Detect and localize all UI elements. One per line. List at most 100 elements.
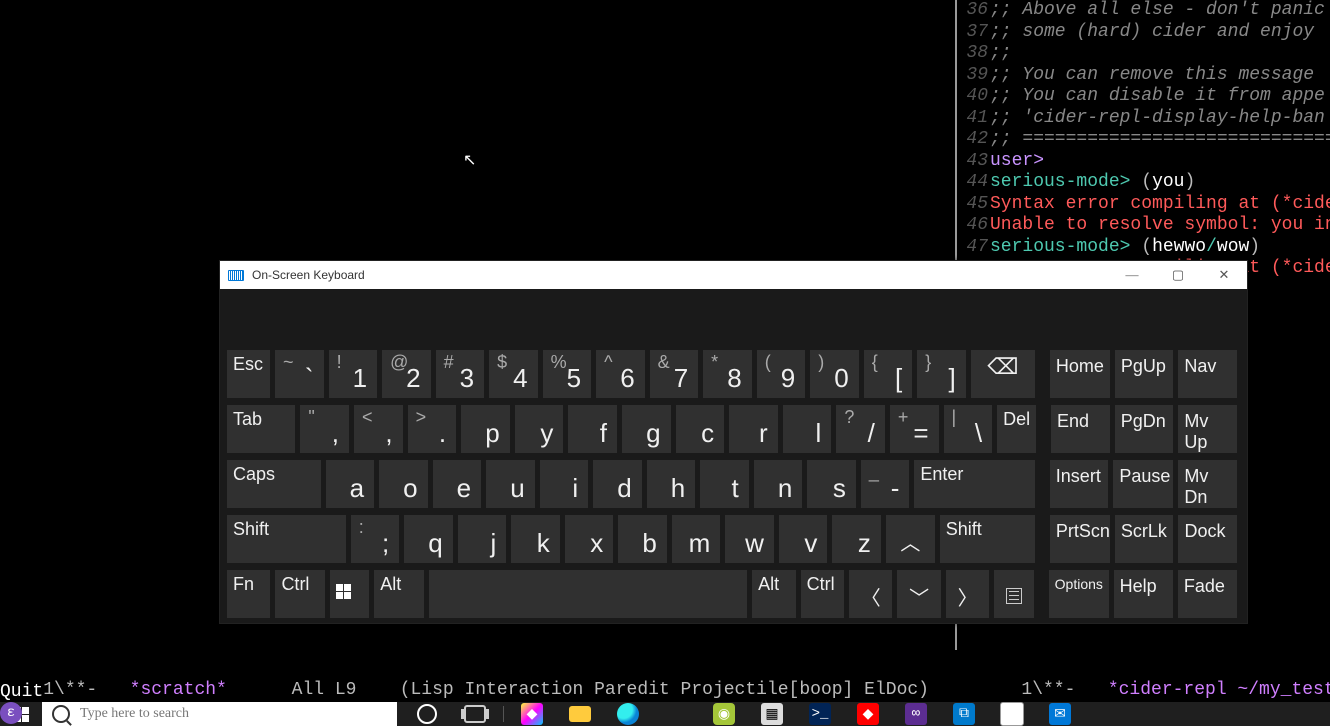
key-j[interactable]: j	[457, 514, 508, 564]
key-windows[interactable]	[329, 569, 371, 619]
key-e[interactable]: e	[432, 459, 483, 509]
osk-titlebar[interactable]: On-Screen Keyboard — ▢ ✕	[220, 261, 1247, 289]
key-1[interactable]: 1!	[328, 349, 379, 399]
key-h[interactable]: h	[646, 459, 697, 509]
taskbar-search-box[interactable]: Type here to search	[42, 702, 397, 726]
key-p[interactable]: p	[460, 404, 511, 454]
key-ctrl[interactable]: Ctrl	[274, 569, 325, 619]
key-k[interactable]: k	[510, 514, 561, 564]
key-up-arrow[interactable]: ︿	[885, 514, 936, 564]
key-v[interactable]: v	[778, 514, 829, 564]
taskbar-edge-button[interactable]	[604, 702, 652, 726]
key-down-arrow[interactable]: ﹀	[896, 569, 941, 619]
key-right-arrow[interactable]: 〉	[945, 569, 990, 619]
taskbar-calculator-button[interactable]: ▦	[748, 702, 796, 726]
key-s[interactable]: s	[806, 459, 857, 509]
taskbar-visual-studio-button[interactable]: ∞	[892, 702, 940, 726]
key-char[interactable]: -_	[860, 459, 911, 509]
key-home[interactable]: Home	[1049, 349, 1111, 399]
key-pgdn[interactable]: PgDn	[1114, 404, 1175, 454]
key-nav[interactable]: Nav	[1177, 349, 1238, 399]
minimize-button[interactable]: —	[1109, 261, 1155, 289]
key-fn[interactable]: Fn	[226, 569, 271, 619]
key-q[interactable]: q	[403, 514, 454, 564]
taskbar-notepad-button[interactable]	[988, 702, 1036, 726]
close-button[interactable]: ✕	[1201, 261, 1247, 289]
key-options[interactable]: Options	[1048, 569, 1110, 619]
cider-repl-pane[interactable]: 36;; Above all else - don't panic37;; so…	[960, 0, 1330, 280]
key-5[interactable]: 5%	[542, 349, 593, 399]
key-backspace[interactable]: ⌫	[970, 349, 1036, 399]
key-scrlk[interactable]: ScrLk	[1114, 514, 1175, 564]
key-9[interactable]: 9(	[756, 349, 807, 399]
key-end[interactable]: End	[1050, 404, 1111, 454]
key-w[interactable]: w	[724, 514, 775, 564]
key-char[interactable]: ]}	[916, 349, 967, 399]
taskbar-vscode-button[interactable]: ⧉	[940, 702, 988, 726]
key-caps[interactable]: Caps	[226, 459, 322, 509]
key-2[interactable]: 2@	[381, 349, 432, 399]
taskbar-android-button[interactable]: ◉	[700, 702, 748, 726]
key-char[interactable]: ,"	[299, 404, 350, 454]
key-shift[interactable]: Shift	[226, 514, 347, 564]
key-dock[interactable]: Dock	[1177, 514, 1238, 564]
key-insert[interactable]: Insert	[1049, 459, 1110, 509]
key-g[interactable]: g	[621, 404, 672, 454]
maximize-button[interactable]: ▢	[1155, 261, 1201, 289]
key-z[interactable]: z	[831, 514, 882, 564]
key-mv-dn[interactable]: Mv Dn	[1177, 459, 1238, 509]
key-i[interactable]: i	[539, 459, 590, 509]
key-3[interactable]: 3#	[435, 349, 486, 399]
key-left-arrow[interactable]: 〈	[848, 569, 893, 619]
key-menu[interactable]	[993, 569, 1035, 619]
key-char[interactable]: /?	[835, 404, 886, 454]
key-mv-up[interactable]: Mv Up	[1177, 404, 1238, 454]
key-pgup[interactable]: PgUp	[1114, 349, 1175, 399]
taskbar-git-button[interactable]: ◆	[844, 702, 892, 726]
key-alt[interactable]: Alt	[373, 569, 424, 619]
key-y[interactable]: y	[514, 404, 565, 454]
taskbar-mail-button[interactable]: ✉	[1036, 702, 1084, 726]
key-o[interactable]: o	[378, 459, 429, 509]
key-help[interactable]: Help	[1113, 569, 1174, 619]
key-f[interactable]: f	[567, 404, 618, 454]
key-n[interactable]: n	[753, 459, 804, 509]
key-char[interactable]: .>	[407, 404, 458, 454]
key-char[interactable]: =+	[889, 404, 940, 454]
key-4[interactable]: 4$	[488, 349, 539, 399]
taskbar-emacs-button[interactable]: ε	[652, 702, 700, 726]
taskbar-powershell-button[interactable]: >_	[796, 702, 844, 726]
key-l[interactable]: l	[782, 404, 833, 454]
key-prtscn[interactable]: PrtScn	[1049, 514, 1111, 564]
key-b[interactable]: b	[617, 514, 668, 564]
key-fade[interactable]: Fade	[1177, 569, 1238, 619]
key-char[interactable]: \|	[943, 404, 994, 454]
key-u[interactable]: u	[485, 459, 536, 509]
taskbar-task-view-button[interactable]	[451, 702, 499, 726]
key-char[interactable]: ,<	[353, 404, 404, 454]
key-tab[interactable]: Tab	[226, 404, 296, 454]
taskbar-file-explorer-button[interactable]	[556, 702, 604, 726]
key-char[interactable]: `~	[274, 349, 325, 399]
key-esc[interactable]: Esc	[226, 349, 271, 399]
key-r[interactable]: r	[728, 404, 779, 454]
key-pause[interactable]: Pause	[1112, 459, 1174, 509]
key-c[interactable]: c	[675, 404, 726, 454]
key-t[interactable]: t	[699, 459, 750, 509]
taskbar-color-picker-button[interactable]: ◆	[508, 702, 556, 726]
key-a[interactable]: a	[325, 459, 376, 509]
key-alt[interactable]: Alt	[751, 569, 796, 619]
key-char[interactable]: [{	[863, 349, 914, 399]
key-m[interactable]: m	[671, 514, 722, 564]
key-del[interactable]: Del	[996, 404, 1037, 454]
key-x[interactable]: x	[564, 514, 615, 564]
key-char[interactable]: ;:	[350, 514, 401, 564]
key-d[interactable]: d	[592, 459, 643, 509]
key-7[interactable]: 7&	[649, 349, 700, 399]
key-enter[interactable]: Enter	[913, 459, 1036, 509]
key-shift[interactable]: Shift	[939, 514, 1036, 564]
taskbar-cortana-button[interactable]	[403, 702, 451, 726]
key-0[interactable]: 0)	[809, 349, 860, 399]
key-6[interactable]: 6^	[595, 349, 646, 399]
key-ctrl[interactable]: Ctrl	[800, 569, 845, 619]
